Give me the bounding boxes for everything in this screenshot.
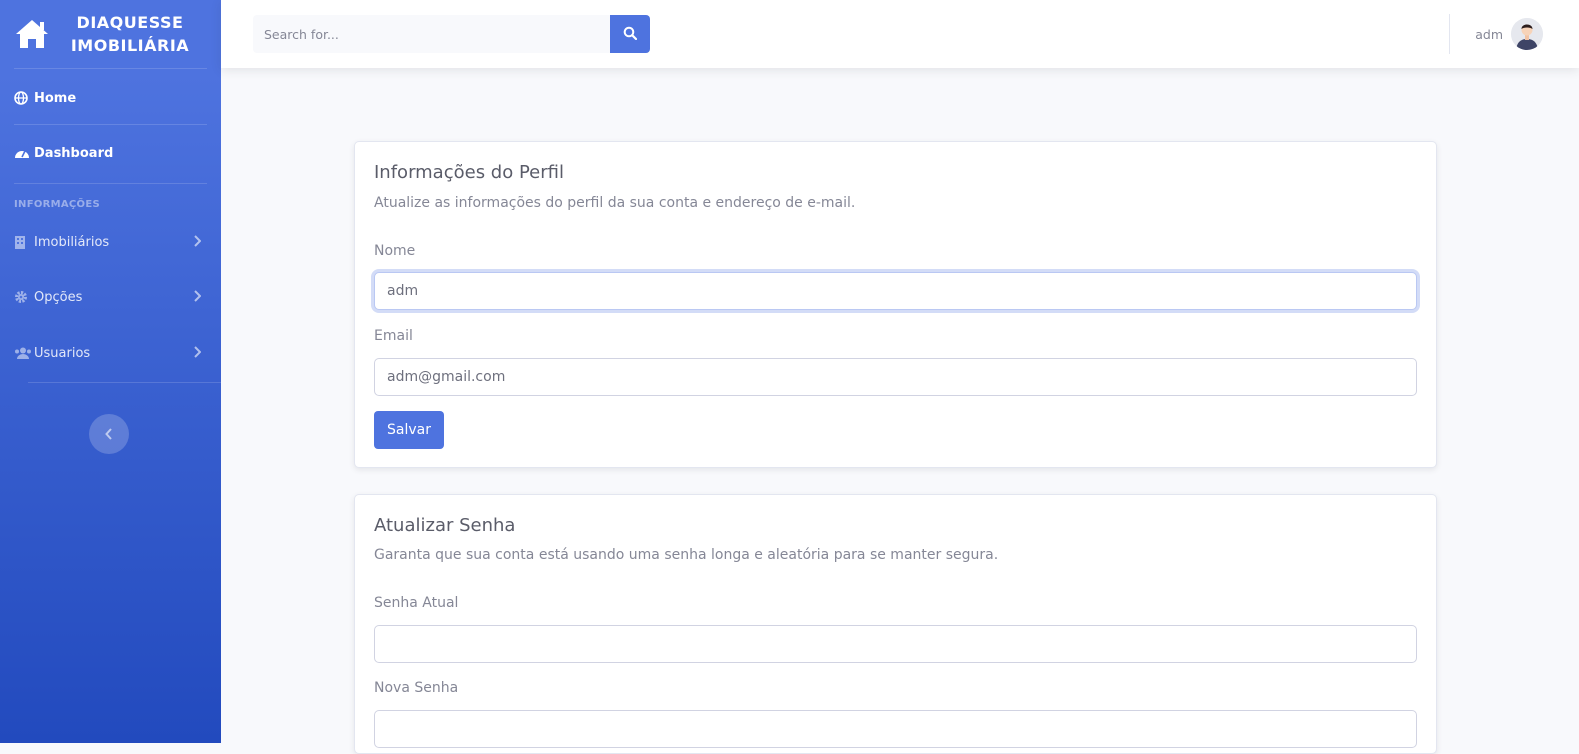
password-card-title: Atualizar Senha (374, 515, 516, 536)
chevron-left-icon (105, 425, 113, 444)
topbar-divider (1449, 14, 1450, 54)
email-label: Email (374, 328, 413, 344)
name-field[interactable] (374, 272, 1417, 310)
sidebar-item-usuarios[interactable]: Usuarios (0, 333, 221, 373)
sidebar-item-label: Home (34, 90, 77, 106)
brand-line-1: DIAQUESSE (76, 13, 184, 32)
globe-icon (14, 91, 34, 105)
password-card: Atualizar Senha Garanta que sua conta es… (354, 494, 1437, 754)
search-button[interactable] (610, 15, 650, 53)
password-card-description: Garanta que sua conta está usando uma se… (374, 547, 999, 563)
sidebar-divider (14, 124, 207, 125)
brand-name: DIAQUESSE IMOBILIÁRIA (51, 11, 221, 57)
name-label: Nome (374, 243, 416, 259)
user-name: adm (1475, 26, 1503, 42)
chevron-right-icon (193, 235, 202, 251)
house-logo-icon (13, 15, 51, 53)
sidebar-item-label: Imobiliários (34, 234, 110, 250)
brand-line-2: IMOBILIÁRIA (70, 36, 190, 55)
search-bar (253, 15, 650, 53)
current-password-label: Senha Atual (374, 595, 459, 611)
search-icon (623, 25, 638, 44)
building-icon (14, 235, 34, 249)
sidebar-item-dashboard[interactable]: Dashboard (0, 133, 221, 173)
sidebar-divider (14, 183, 207, 184)
sidebar-section-heading: INFORMAÇÕES (14, 199, 100, 210)
sidebar-divider (14, 68, 207, 69)
user-dropdown[interactable]: adm (1475, 18, 1543, 50)
users-icon (14, 347, 34, 359)
chevron-right-icon (193, 346, 202, 362)
sidebar: DIAQUESSE IMOBILIÁRIA Home Dashboard INF… (0, 0, 221, 743)
new-password-label: Nova Senha (374, 680, 459, 696)
sidebar-item-label: Dashboard (34, 145, 114, 161)
email-field[interactable] (374, 358, 1417, 396)
search-input[interactable] (253, 15, 610, 53)
save-button[interactable]: Salvar (374, 411, 444, 449)
profile-card-title: Informações do Perfil (374, 162, 564, 183)
sidebar-toggle-button[interactable] (89, 414, 129, 454)
avatar (1511, 18, 1543, 50)
sidebar-item-home[interactable]: Home (0, 78, 221, 118)
chevron-right-icon (193, 290, 202, 306)
sidebar-item-opcoes[interactable]: Opções (0, 277, 221, 317)
profile-card-description: Atualize as informações do perfil da sua… (374, 195, 856, 211)
cog-icon (14, 290, 34, 304)
new-password-field[interactable] (374, 710, 1417, 748)
tachometer-icon (14, 146, 34, 160)
sidebar-item-label: Usuarios (34, 345, 91, 361)
sidebar-item-label: Opções (34, 289, 83, 305)
sidebar-divider (28, 382, 221, 383)
current-password-field[interactable] (374, 625, 1417, 663)
profile-card: Informações do Perfil Atualize as inform… (354, 141, 1437, 468)
sidebar-item-imobiliarios[interactable]: Imobiliários (0, 222, 221, 262)
topbar: adm (221, 0, 1579, 68)
brand[interactable]: DIAQUESSE IMOBILIÁRIA (0, 0, 221, 68)
